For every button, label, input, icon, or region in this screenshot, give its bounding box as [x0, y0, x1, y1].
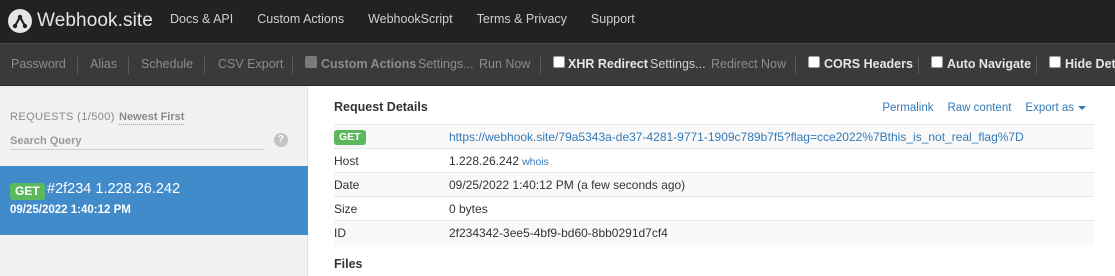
- search-input[interactable]: [10, 132, 264, 150]
- nav-support[interactable]: Support: [579, 0, 647, 43]
- host-value: 1.228.26.242: [449, 153, 520, 168]
- password-button[interactable]: Password: [11, 44, 66, 86]
- run-now-button[interactable]: Run Now: [479, 44, 530, 86]
- permalink-link[interactable]: Permalink: [882, 102, 933, 114]
- xhr-settings-button[interactable]: Settings...: [650, 44, 706, 86]
- xhr-redirect-label[interactable]: XHR Redirect: [568, 44, 648, 86]
- request-url-link[interactable]: https://webhook.site/79a5343a-de37-4281-…: [449, 130, 1024, 144]
- toolbar: Password Alias Schedule CSV Export Custo…: [0, 43, 1115, 86]
- cors-headers-checkbox[interactable]: [808, 56, 820, 68]
- request-title: #2f234 1.228.26.242: [47, 181, 181, 197]
- nav-terms-privacy[interactable]: Terms & Privacy: [465, 0, 579, 43]
- export-as-dropdown[interactable]: Export as: [1025, 102, 1086, 114]
- divider: [795, 57, 796, 74]
- sort-order-toggle[interactable]: Newest First: [119, 111, 185, 125]
- csv-export-button[interactable]: CSV Export: [218, 44, 283, 86]
- custom-actions-checkbox[interactable]: [305, 56, 317, 68]
- table-row: ID 2f234342-3ee5-4bf9-bd60-8bb0291d7cf4: [334, 220, 1094, 245]
- brand-title: Webhook.site: [37, 10, 153, 31]
- divider: [292, 57, 293, 74]
- details-actions: Permalink Raw content Export as: [868, 102, 1086, 114]
- nav-custom-actions[interactable]: Custom Actions: [245, 0, 356, 43]
- table-cell: GET: [334, 124, 449, 149]
- nav-docs-api[interactable]: Docs & API: [158, 0, 245, 43]
- row-key: ID: [334, 220, 449, 245]
- nav-links: Docs & API Custom Actions WebhookScript …: [158, 0, 647, 43]
- table-cell: https://webhook.site/79a5343a-de37-4281-…: [449, 124, 1094, 149]
- export-as-label: Export as: [1025, 102, 1074, 114]
- custom-actions-label[interactable]: Custom Actions: [321, 44, 416, 86]
- table-row: Host 1.228.26.242 whois: [334, 148, 1094, 173]
- id-value: 2f234342-3ee5-4bf9-bd60-8bb0291d7cf4: [449, 220, 1094, 245]
- divider: [540, 57, 541, 74]
- files-section-title: Files: [334, 257, 363, 271]
- xhr-redirect-checkbox[interactable]: [553, 56, 565, 68]
- method-badge: GET: [10, 183, 45, 200]
- brand[interactable]: Webhook.site: [8, 7, 153, 35]
- requests-sidebar: REQUESTS (1/500) Newest First ? GET #2f2…: [0, 86, 308, 276]
- hide-details-label[interactable]: Hide Details: [1065, 44, 1115, 86]
- size-value: 0 bytes: [449, 196, 1094, 221]
- request-list-item[interactable]: GET #2f234 1.228.26.242 09/25/2022 1:40:…: [0, 166, 308, 235]
- auto-navigate-label[interactable]: Auto Navigate: [947, 44, 1031, 86]
- row-key: Date: [334, 172, 449, 197]
- webhook-logo-icon: [8, 9, 32, 33]
- redirect-now-button[interactable]: Redirect Now: [711, 44, 786, 86]
- table-row: GET https://webhook.site/79a5343a-de37-4…: [334, 124, 1094, 149]
- divider: [128, 57, 129, 74]
- divider: [1036, 57, 1037, 74]
- auto-navigate-checkbox[interactable]: [931, 56, 943, 68]
- row-key: Host: [334, 148, 449, 173]
- request-date: 09/25/2022 1:40:12 PM: [10, 204, 131, 216]
- hide-details-checkbox[interactable]: [1049, 56, 1061, 68]
- table-row: Date 09/25/2022 1:40:12 PM (a few second…: [334, 172, 1094, 197]
- divider: [204, 57, 205, 74]
- request-details-panel: Request Details Permalink Raw content Ex…: [309, 86, 1115, 276]
- whois-link[interactable]: whois: [522, 156, 549, 168]
- date-value: 09/25/2022 1:40:12 PM (a few seconds ago…: [449, 172, 1094, 197]
- request-details-table: GET https://webhook.site/79a5343a-de37-4…: [334, 124, 1094, 245]
- table-row: Size 0 bytes: [334, 196, 1094, 221]
- raw-content-link[interactable]: Raw content: [947, 102, 1011, 114]
- cors-headers-label[interactable]: CORS Headers: [824, 44, 913, 86]
- help-icon[interactable]: ?: [274, 133, 288, 147]
- top-navbar: Webhook.site Docs & API Custom Actions W…: [0, 0, 1115, 43]
- nav-webhookscript[interactable]: WebhookScript: [356, 0, 465, 43]
- row-key: Size: [334, 196, 449, 221]
- request-details-title: Request Details: [334, 100, 428, 114]
- alias-button[interactable]: Alias: [90, 44, 117, 86]
- divider: [918, 57, 919, 74]
- custom-actions-settings-button[interactable]: Settings...: [418, 44, 474, 86]
- table-cell: 1.228.26.242 whois: [449, 148, 1094, 173]
- caret-down-icon: [1078, 105, 1086, 110]
- divider: [77, 57, 78, 74]
- method-badge: GET: [334, 129, 366, 145]
- requests-count: REQUESTS (1/500): [10, 111, 115, 123]
- schedule-button[interactable]: Schedule: [141, 44, 193, 86]
